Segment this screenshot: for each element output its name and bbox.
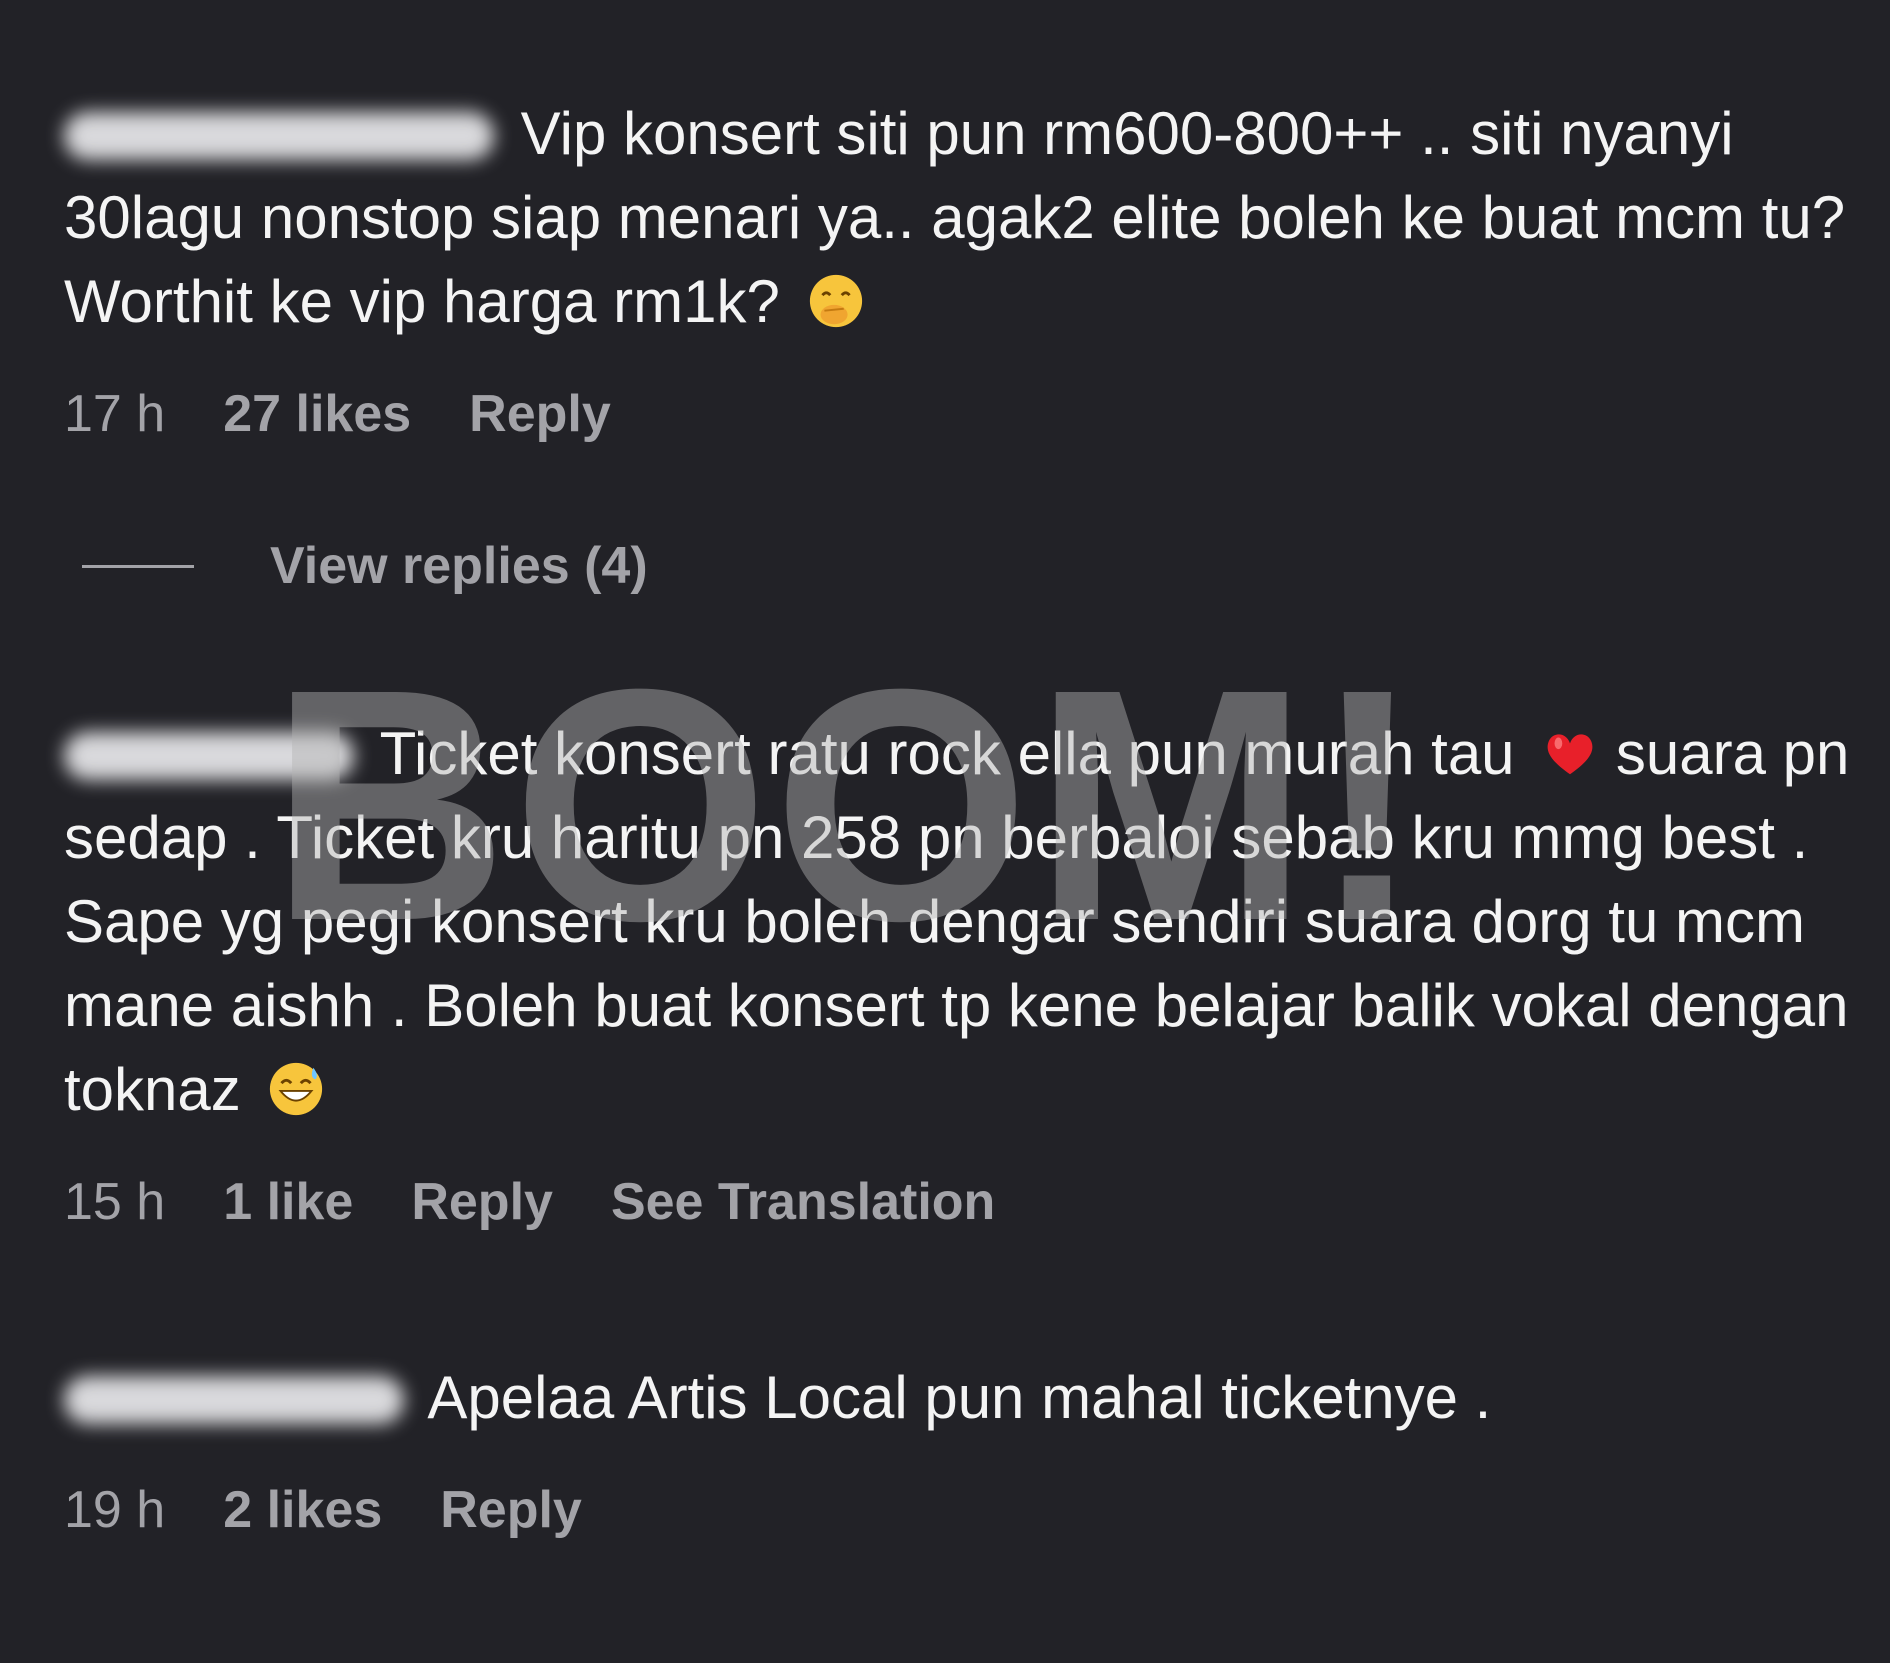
comment-2-reply-button[interactable]: Reply [411,1172,553,1232]
view-replies-divider [82,564,194,568]
comment-2: Ticket konsert ratu rock ella pun murah … [64,712,1854,1232]
comment-1-time: 17 h [64,385,166,443]
comment-2-meta: 15 h 1 like Reply See Translation [64,1172,1854,1232]
grinning-sweat-emoji [270,1062,323,1116]
comment-2-body: Ticket konsert ratu rock ella pun murah … [64,712,1854,1132]
comment-3-reply-button[interactable]: Reply [440,1480,582,1540]
comment-1-likes[interactable]: 27 likes [223,384,411,444]
hand-over-mouth-emoji [809,274,862,328]
comment-1-reply-button[interactable]: Reply [469,384,611,444]
comment-2-text-part-1: Ticket konsert ratu rock ella pun murah … [379,720,1515,787]
comment-1-body: Vip konsert siti pun rm600-800++ .. siti… [64,92,1854,344]
comment-1-username[interactable] [64,112,494,160]
comment-2-likes[interactable]: 1 like [223,1172,353,1232]
red-heart-emoji [1547,734,1593,775]
comment-3-likes[interactable]: 2 likes [223,1480,382,1540]
comment-3-username[interactable] [64,1376,404,1424]
comment-3-meta: 19 h 2 likes Reply [64,1480,1854,1540]
view-replies-label: View replies (4) [270,537,648,595]
comment-1: Vip konsert siti pun rm600-800++ .. siti… [64,92,1854,444]
comment-2-time: 15 h [64,1173,166,1231]
view-replies-button[interactable]: View replies (4) [82,536,648,596]
comment-3-time: 19 h [64,1481,166,1539]
comment-1-meta: 17 h 27 likes Reply [64,384,1854,444]
comment-feed: Vip konsert siti pun rm600-800++ .. siti… [0,0,1890,1663]
comment-3: Apelaa Artis Local pun mahal ticketnye .… [64,1356,1854,1540]
comment-2-username[interactable] [64,732,354,780]
comment-2-see-translation-button[interactable]: See Translation [611,1172,995,1232]
comment-3-text: Apelaa Artis Local pun mahal ticketnye . [427,1364,1492,1431]
comment-3-body: Apelaa Artis Local pun mahal ticketnye . [64,1356,1854,1440]
